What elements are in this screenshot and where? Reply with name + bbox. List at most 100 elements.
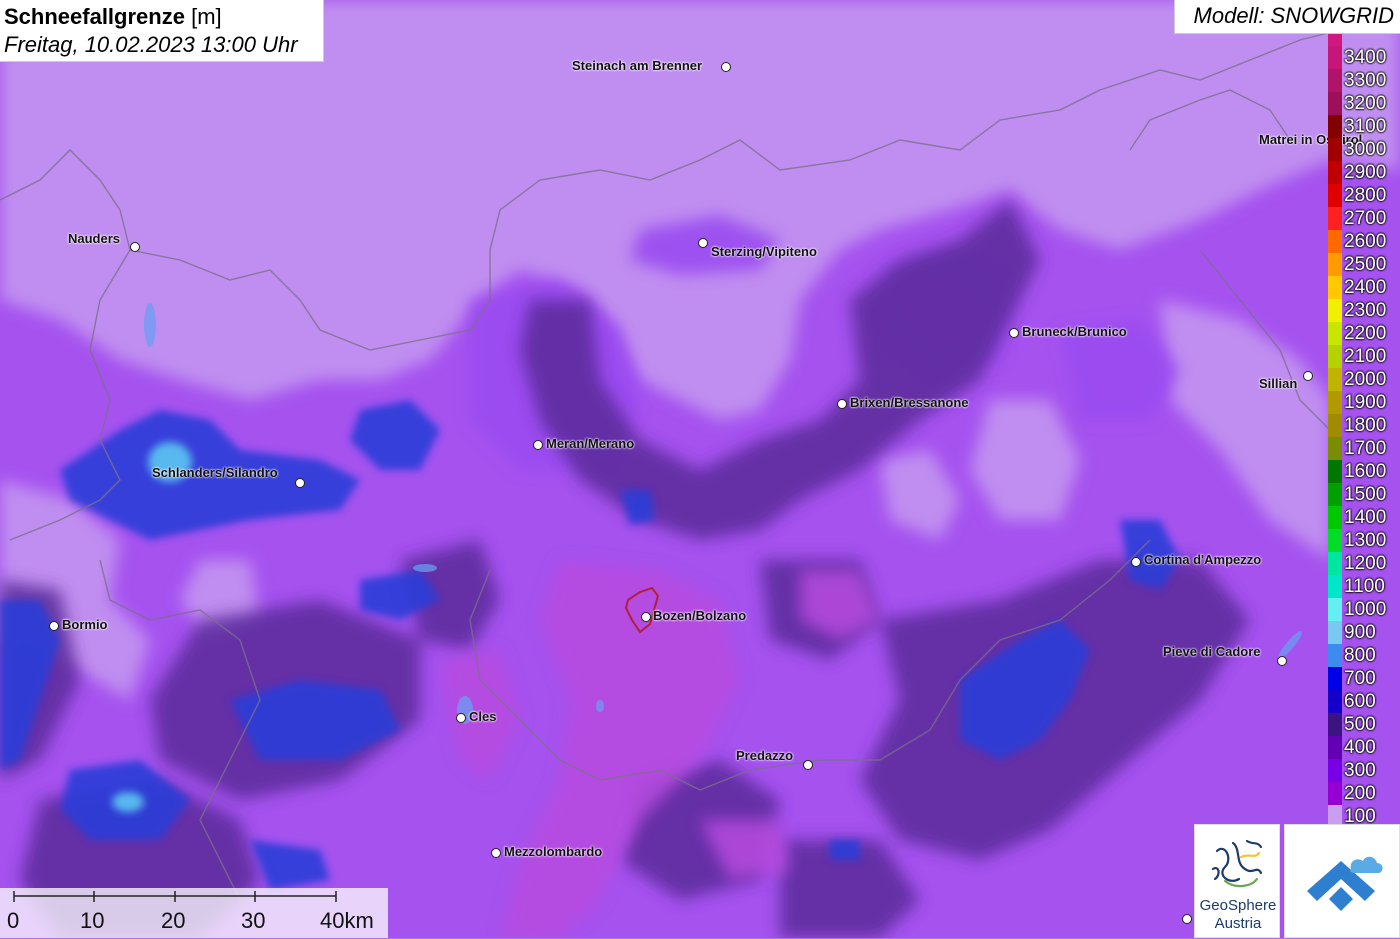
legend-row: 900 — [1328, 621, 1400, 644]
legend-swatch — [1328, 69, 1342, 92]
legend-label: 1300 — [1344, 530, 1387, 551]
legend-row: 1600 — [1328, 460, 1400, 483]
legend-swatch — [1328, 529, 1342, 552]
legend-label: 1100 — [1344, 576, 1385, 597]
legend-swatch — [1328, 161, 1342, 184]
city-marker — [1277, 656, 1287, 666]
geosphere-country: Austria — [1214, 915, 1262, 932]
legend-row: 2100 — [1328, 345, 1400, 368]
city-marker — [641, 612, 651, 622]
legend-label: 1700 — [1344, 438, 1387, 459]
legend-label: 2600 — [1344, 231, 1387, 252]
city-label: Meran/Merano — [546, 436, 635, 451]
legend-row: 1300 — [1328, 529, 1400, 552]
legend-swatch — [1328, 690, 1342, 713]
city-label: Bozen/Bolzano — [653, 608, 747, 623]
city-marker — [698, 238, 708, 248]
legend-swatch — [1328, 414, 1342, 437]
legend-swatch — [1328, 552, 1342, 575]
legend-row: 600 — [1328, 690, 1400, 713]
legend-label: 2900 — [1344, 162, 1387, 183]
legend-label: 300 — [1344, 760, 1376, 781]
scale-label: 30 — [241, 908, 266, 933]
legend-swatch — [1328, 207, 1342, 230]
legend-swatch — [1328, 667, 1342, 690]
legend-row: 200 — [1328, 782, 1400, 805]
legend-row: 400 — [1328, 736, 1400, 759]
legend-row: 3000 — [1328, 138, 1400, 161]
legend-label: 2400 — [1344, 277, 1387, 298]
legend-swatch — [1328, 759, 1342, 782]
color-legend: 3400 3300 3200 3100 3000 2900 2800 2700 2600 2500… — [1328, 34, 1400, 828]
legend-row: 2300 — [1328, 299, 1400, 322]
legend-swatch — [1328, 368, 1342, 391]
geosphere-logo[interactable]: GeoSphere Austria — [1194, 824, 1280, 938]
scale-label: 40km — [320, 908, 374, 933]
map-title: Schneefallgrenze [m] — [4, 3, 319, 31]
legend-row: 1000 — [1328, 598, 1400, 621]
city-label: Schlanders/Silandro — [152, 465, 278, 480]
scale-label: 0 — [7, 908, 20, 933]
legend-row: 2500 — [1328, 253, 1400, 276]
city-label: Bruneck/Brunico — [1022, 324, 1127, 339]
model-label: Modell: SNOWGRID — [1174, 0, 1400, 34]
legend-swatch — [1328, 644, 1342, 667]
city-marker — [295, 478, 305, 488]
legend-row: 2600 — [1328, 230, 1400, 253]
legend-swatch — [1328, 598, 1342, 621]
legend-label: 3300 — [1344, 70, 1387, 91]
city-label: Brixen/Bressanone — [850, 395, 969, 410]
title-unit: [m] — [191, 4, 222, 29]
city-marker — [837, 399, 847, 409]
city-label: Bormio — [62, 617, 108, 632]
geosphere-emblem-icon — [1211, 839, 1263, 888]
legend-row: 1400 — [1328, 506, 1400, 529]
legend-label: 900 — [1344, 622, 1376, 643]
logos: GeoSphere Austria — [1194, 824, 1400, 938]
legend-label: 500 — [1344, 714, 1376, 735]
legend-row: 1700 — [1328, 437, 1400, 460]
legend-label: 1500 — [1344, 484, 1387, 505]
legend-swatch — [1328, 276, 1342, 299]
legend-label: 1800 — [1344, 415, 1387, 436]
legend-row: 2700 — [1328, 207, 1400, 230]
legend-label: 200 — [1344, 783, 1376, 804]
legend-label: 600 — [1344, 691, 1376, 712]
legend-swatch — [1328, 115, 1342, 138]
legend-swatch — [1328, 46, 1342, 69]
house-cloud-icon — [1307, 856, 1383, 911]
city-marker — [49, 621, 59, 631]
snowgrid-logo[interactable] — [1284, 824, 1400, 938]
city-label: Cortina d'Ampezzo — [1144, 552, 1262, 567]
legend-row: 500 — [1328, 713, 1400, 736]
legend-swatch — [1328, 253, 1342, 276]
legend-label: 3100 — [1344, 116, 1387, 137]
legend-swatch — [1328, 437, 1342, 460]
scale-label: 20 — [161, 908, 186, 933]
legend-swatch — [1328, 345, 1342, 368]
map-title-box: Schneefallgrenze [m] Freitag, 10.02.2023… — [0, 0, 324, 62]
legend-label: 1900 — [1344, 392, 1387, 413]
legend-label: 1400 — [1344, 507, 1387, 528]
scale-label: 10 — [80, 908, 105, 933]
legend-swatch — [1328, 460, 1342, 483]
map-datetime: Freitag, 10.02.2023 13:00 Uhr — [4, 32, 298, 57]
city-label: Pieve di Cadore — [1163, 644, 1261, 659]
legend-swatch — [1328, 184, 1342, 207]
city-layer: Steinach am Brenner Nauders Sterzing/Vip… — [0, 0, 1400, 938]
city-label: Mezzolombardo — [504, 844, 603, 859]
city-label: Nauders — [68, 231, 121, 246]
city-marker — [1182, 914, 1192, 924]
legend-swatch — [1328, 230, 1342, 253]
city-label: Cles — [469, 709, 497, 724]
legend-row: 2800 — [1328, 184, 1400, 207]
city-marker — [130, 242, 140, 252]
legend-row: 2200 — [1328, 322, 1400, 345]
legend-label: 400 — [1344, 737, 1376, 758]
legend-swatch — [1328, 483, 1342, 506]
city-marker — [1009, 328, 1019, 338]
legend-label: 2000 — [1344, 369, 1387, 390]
legend-label: 2300 — [1344, 300, 1387, 321]
legend-row: 1500 — [1328, 483, 1400, 506]
legend-label: 1200 — [1344, 553, 1387, 574]
